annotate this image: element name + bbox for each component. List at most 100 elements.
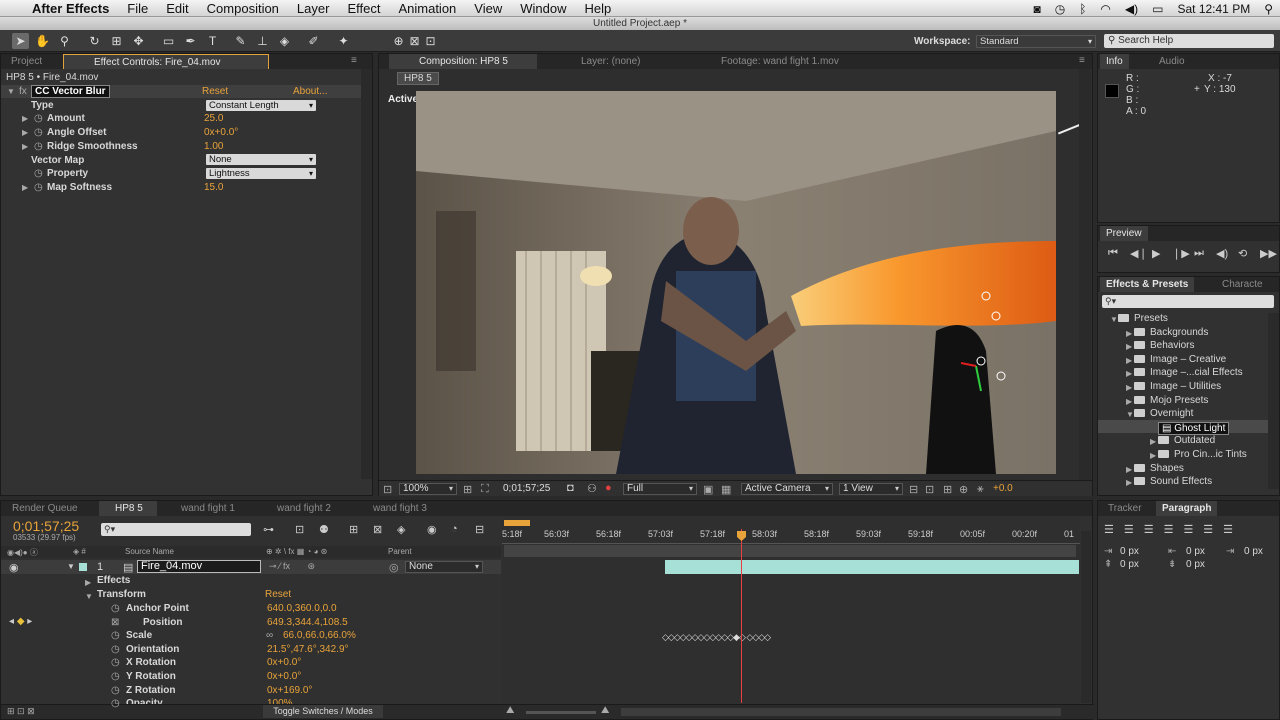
indent-left-value[interactable]: 0 px [1120, 546, 1139, 557]
menu-animation[interactable]: Animation [389, 1, 465, 16]
stopwatch-icon[interactable]: ◷ [111, 657, 120, 668]
selection-tool-icon[interactable]: ➤ [12, 33, 29, 49]
zoom-in-icon[interactable]: ⛰ [601, 705, 609, 716]
tab-wand-fight-1[interactable]: wand fight 1 [167, 501, 241, 516]
visibility-eye-icon[interactable]: ◉ [9, 561, 19, 574]
layer-row[interactable]: ◉ ▼ 1 ▤ Fire_04.mov ⊸ ⁄ fx ⊛ ◎ None [1, 560, 501, 574]
effects-scrollbar[interactable] [1268, 313, 1279, 489]
tab-wand-fight-2[interactable]: wand fight 2 [263, 501, 337, 516]
menu-composition[interactable]: Composition [198, 1, 288, 16]
tab-audio[interactable]: Audio [1153, 54, 1191, 69]
play-icon[interactable]: ▶ [1152, 247, 1160, 260]
constrain-proportions-icon[interactable]: ∞ [266, 630, 273, 641]
world-axis-icon[interactable]: ⊠ [406, 33, 423, 49]
menu-window[interactable]: Window [511, 1, 575, 16]
layer-name-field[interactable]: Fire_04.mov [137, 560, 261, 573]
tab-effect-controls[interactable]: Effect Controls: Fire_04.mov [63, 54, 269, 69]
frame-blending-icon[interactable]: ⊞ [349, 523, 358, 536]
tab-composition[interactable]: Composition: HP8 5 [389, 54, 537, 69]
stopwatch-icon[interactable]: ◷ [34, 127, 43, 138]
volume-icon[interactable]: ◀) [1125, 2, 1138, 16]
puppet-pin-icon[interactable]: ✦ [335, 33, 352, 49]
local-axis-icon[interactable]: ⊕ [390, 33, 407, 49]
ram-preview-icon[interactable]: ▶▶ [1260, 247, 1277, 260]
first-line-indent-value[interactable]: 0 px [1244, 546, 1263, 557]
position-keyframes[interactable]: ◇◇◇◇◇◇◇◇◇◇◇◇◆◇ ◇◇◇◇ [662, 632, 771, 643]
timeline-graph-area[interactable]: 5:18f 56:03f 56:18f 57:03f 57:18f 58:03f 58:18… [502, 517, 1080, 703]
effects-expand-icon[interactable]: ▶ [85, 578, 91, 587]
spotlight-search-icon[interactable]: ⚲ [1264, 2, 1273, 16]
transform-prop-value[interactable]: 0x+0.0° [267, 657, 301, 668]
tree-item[interactable]: ▼ Overnight [1126, 408, 1193, 419]
stopwatch-icon[interactable]: ◷ [111, 644, 120, 655]
graph-icon[interactable]: ⊟ [475, 523, 484, 536]
snapshot-camera-icon[interactable]: ◘ [567, 482, 574, 494]
panel-menu-icon[interactable]: ≡ [1079, 55, 1085, 66]
toggle-pixel-aspect-icon[interactable]: ⊟ [909, 483, 918, 496]
tab-character[interactable]: Characte [1216, 277, 1269, 292]
camera-status-icon[interactable]: ◙ [1033, 2, 1040, 16]
stopwatch-icon[interactable]: ◷ [34, 168, 43, 179]
transform-prop-value[interactable]: 100% [267, 698, 293, 704]
space-after-value[interactable]: 0 px [1186, 559, 1205, 570]
eraser-tool-icon[interactable]: ◈ [276, 33, 293, 49]
work-area-start[interactable] [504, 520, 530, 526]
stopwatch-icon[interactable]: ◷ [34, 113, 43, 124]
tab-effects-presets[interactable]: Effects & Presets [1100, 277, 1195, 292]
stopwatch-icon[interactable]: ◷ [111, 671, 120, 682]
hand-tool-icon[interactable]: ✋ [34, 33, 51, 49]
transform-prop-value[interactable]: 0x+0.0° [267, 671, 301, 682]
comp-current-time[interactable]: 0;01;57;25 [503, 483, 550, 494]
timemachine-icon[interactable]: ◷ [1055, 2, 1065, 16]
rectangle-tool-icon[interactable]: ▭ [160, 33, 177, 49]
fast-previews-icon[interactable]: ⊡ [925, 483, 934, 496]
workspace-dropdown[interactable]: Standard [976, 35, 1096, 48]
parent-dropdown[interactable]: None [405, 561, 483, 573]
stopwatch-icon[interactable]: ◷ [111, 698, 120, 709]
comp-navigator-button[interactable]: HP8 5 [397, 72, 439, 85]
transform-group-label[interactable]: Transform [97, 589, 146, 600]
tab-preview[interactable]: Preview [1100, 226, 1148, 241]
stopwatch-icon[interactable]: ◷ [34, 182, 43, 193]
timeline-vscroll[interactable] [1081, 531, 1091, 703]
timeline-search-field[interactable]: ⚲▾ [101, 523, 251, 536]
battery-icon[interactable]: ▭ [1152, 2, 1163, 16]
always-preview-icon[interactable]: ⊡ [383, 483, 392, 496]
view-layout-dropdown[interactable]: 1 View [839, 483, 903, 495]
graph-editor-icon[interactable]: ◔ [451, 523, 458, 535]
menu-app-name[interactable]: After Effects [23, 1, 118, 16]
col-parent[interactable]: Parent [388, 547, 412, 556]
tree-item[interactable]: ▶ Outdated [1150, 435, 1215, 446]
tab-render-queue[interactable]: Render Queue [6, 501, 84, 516]
pickwhip-icon[interactable]: ◎ [389, 561, 399, 574]
roto-brush-icon[interactable]: ✐ [305, 33, 322, 49]
work-area-bar[interactable] [504, 545, 1076, 557]
tree-item[interactable]: ▶ Pro Cin...ic Tints [1150, 449, 1247, 460]
auto-keyframe-icon[interactable]: ◉ [427, 523, 437, 536]
timeline-icon[interactable]: ⊞ [943, 483, 952, 496]
menu-clock[interactable]: Sat 12:41 PM [1177, 2, 1250, 16]
effect-reset-link[interactable]: Reset [202, 86, 228, 97]
angle-offset-value[interactable]: 0x+0.0° [204, 127, 238, 138]
panel-scrollbar[interactable] [361, 69, 372, 479]
draft-3d-icon[interactable]: ⊡ [295, 523, 304, 536]
tree-item[interactable]: ▶ Image – Creative [1126, 354, 1226, 365]
transform-prop-value[interactable]: 640.0,360.0,0.0 [267, 603, 337, 614]
view-axis-icon[interactable]: ⊡ [422, 33, 439, 49]
transform-prop-value[interactable]: 0x+169.0° [267, 685, 312, 696]
layer-label-color[interactable] [79, 563, 87, 571]
menu-help[interactable]: Help [575, 1, 620, 16]
menu-effect[interactable]: Effect [338, 1, 389, 16]
effect-name[interactable]: CC Vector Blur [31, 85, 110, 98]
show-snapshot-icon[interactable]: ⚇ [587, 482, 597, 495]
transform-expand-icon[interactable]: ▼ [85, 592, 93, 601]
tab-project[interactable]: Project [5, 54, 48, 69]
comp-flowchart-icon[interactable]: ⊕ [959, 483, 968, 496]
channel-rgb-icon[interactable]: ● [605, 482, 612, 494]
effect-expand-icon[interactable]: ▼ [7, 87, 15, 96]
orbit-camera-icon[interactable]: ⊞ [108, 33, 125, 49]
transform-prop-value[interactable]: 649.3,344.4,108.5 [267, 617, 348, 628]
comp-viewer[interactable] [416, 91, 1056, 474]
brush-tool-icon[interactable]: ✎ [232, 33, 249, 49]
tab-paragraph[interactable]: Paragraph [1156, 501, 1218, 516]
